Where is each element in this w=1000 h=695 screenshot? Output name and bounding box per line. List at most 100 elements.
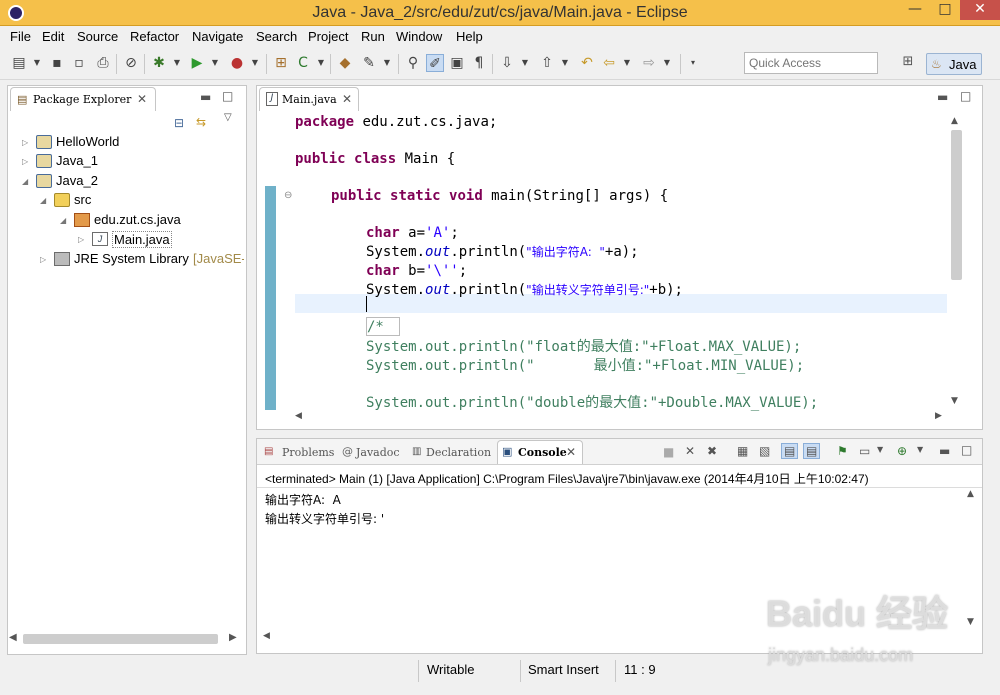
print-icon[interactable]: ⎙ — [94, 54, 112, 72]
open-perspective-icon[interactable]: ⊞ — [898, 54, 918, 72]
maximize-view-icon[interactable]: □ — [960, 89, 971, 103]
tree-item-src[interactable]: ◢ src — [40, 192, 240, 210]
pin-console-icon[interactable]: ⚑ — [837, 444, 848, 458]
close-icon[interactable]: ✕ — [137, 92, 147, 106]
next-annotation-dropdown-icon[interactable]: ▼ — [516, 54, 534, 72]
remove-launch-icon[interactable]: ✕ — [685, 444, 695, 458]
new-icon[interactable]: ▤ — [10, 54, 28, 72]
close-icon[interactable]: ✕ — [566, 445, 576, 459]
open-type-icon[interactable]: ◆ — [336, 54, 354, 72]
tree-item-package[interactable]: ◢ edu.zut.cs.java — [60, 212, 242, 230]
show-on-stdout-icon[interactable]: ▤ — [781, 443, 799, 459]
collapse-arrow-icon[interactable]: ◢ — [40, 196, 46, 205]
open-console-icon[interactable]: ⊕ — [897, 444, 907, 458]
menu-help[interactable]: Help — [456, 29, 483, 44]
run-dropdown-icon[interactable]: ▼ — [206, 54, 224, 72]
scroll-up-icon[interactable]: ▲ — [951, 116, 958, 126]
tree-item-jre-library[interactable]: ▷ JRE System Library [JavaSE-1 — [40, 251, 244, 269]
show-on-stderr-icon[interactable]: ▤ — [803, 443, 821, 459]
toggle-mark-occurrences-icon[interactable]: ⚲ — [404, 54, 422, 72]
display-console-icon[interactable]: ▭ — [859, 444, 870, 458]
tree-item-main-java[interactable]: ▷ J Main.java — [78, 231, 238, 249]
toolbar-more-icon[interactable]: ▾ — [684, 54, 702, 72]
scroll-down-icon[interactable]: ▼ — [967, 617, 974, 627]
remove-all-terminated-icon[interactable]: ✖ — [707, 444, 717, 458]
collapse-all-icon[interactable]: ⊟ — [174, 116, 184, 130]
scrollbar-thumb[interactable] — [23, 634, 218, 644]
menu-edit[interactable]: Edit — [42, 29, 64, 44]
expand-arrow-icon[interactable]: ▷ — [78, 235, 84, 244]
editor-hscroll[interactable]: ◀ ▶ — [295, 410, 947, 425]
java-perspective-button[interactable]: ♨ Java — [926, 53, 982, 75]
scroll-left-icon[interactable]: ◀ — [295, 411, 302, 421]
tab-package-explorer[interactable]: ▤ Package Explorer ✕ — [10, 87, 156, 111]
code-editor[interactable]: package edu.zut.cs.java; public class Ma… — [265, 111, 955, 411]
previous-annotation-icon[interactable]: ⇧ — [538, 54, 556, 72]
save-all-icon[interactable]: ▫ — [70, 54, 88, 72]
forward-icon[interactable]: ⇨ — [640, 54, 658, 72]
view-menu-icon[interactable]: ▽ — [224, 112, 232, 123]
scroll-right-icon[interactable]: ▶ — [229, 632, 237, 643]
external-tools-dropdown-icon[interactable]: ▼ — [246, 54, 264, 72]
next-annotation-icon[interactable]: ⇩ — [498, 54, 516, 72]
scroll-down-icon[interactable]: ▼ — [951, 396, 958, 406]
scrollbar-thumb[interactable] — [951, 130, 962, 280]
new-java-project-icon[interactable]: ⊞ — [272, 54, 290, 72]
tab-console[interactable]: ▣ Console ✕ — [497, 440, 583, 464]
maximize-view-icon[interactable]: □ — [222, 89, 233, 103]
previous-annotation-dropdown-icon[interactable]: ▼ — [556, 54, 574, 72]
minimize-view-icon[interactable]: ▬ — [200, 90, 211, 104]
expand-arrow-icon[interactable]: ▷ — [40, 255, 46, 264]
scroll-left-icon[interactable]: ◀ — [9, 632, 17, 643]
menu-source[interactable]: Source — [77, 29, 118, 44]
menu-run[interactable]: Run — [361, 29, 385, 44]
menu-window[interactable]: Window — [396, 29, 442, 44]
new-class-icon[interactable]: C — [294, 54, 312, 72]
scroll-right-icon[interactable]: ▶ — [935, 411, 942, 421]
scroll-left-icon[interactable]: ◀ — [263, 631, 270, 641]
forward-dropdown-icon[interactable]: ▼ — [658, 54, 676, 72]
terminate-icon[interactable]: ■ — [663, 445, 674, 459]
run-icon[interactable]: ▶ — [188, 54, 206, 72]
expand-arrow-icon[interactable]: ▷ — [22, 138, 28, 147]
open-console-dropdown-icon[interactable]: ▼ — [917, 445, 923, 454]
tab-declaration[interactable]: ▥ Declaration — [407, 440, 495, 464]
external-tools-icon[interactable]: ● — [228, 54, 246, 72]
skip-breakpoints-icon[interactable]: ⊘ — [122, 54, 140, 72]
menu-navigate[interactable]: Navigate — [192, 29, 243, 44]
search-dropdown-icon[interactable]: ▼ — [378, 54, 396, 72]
new-dropdown-icon[interactable]: ▼ — [28, 54, 46, 72]
minimize-view-icon[interactable]: ▬ — [937, 90, 948, 104]
editor-vscroll[interactable]: ▲ ▼ — [949, 114, 964, 410]
tree-item-java-1[interactable]: ▷ Java_1 — [22, 153, 242, 171]
clear-console-icon[interactable]: ▦ — [737, 444, 748, 458]
close-button[interactable]: ✕ — [960, 0, 1000, 20]
back-dropdown-icon[interactable]: ▼ — [618, 54, 636, 72]
close-icon[interactable]: ✕ — [342, 92, 352, 106]
show-whitespace-icon[interactable]: ¶ — [470, 54, 488, 72]
minimize-view-icon[interactable]: ▬ — [939, 444, 950, 458]
tab-javadoc[interactable]: @ Javadoc — [337, 440, 407, 464]
display-console-dropdown-icon[interactable]: ▼ — [877, 445, 883, 454]
maximize-view-icon[interactable]: □ — [961, 443, 972, 457]
tab-main-java[interactable]: J Main.java ✕ — [259, 87, 359, 111]
debug-dropdown-icon[interactable]: ▼ — [168, 54, 186, 72]
new-class-dropdown-icon[interactable]: ▼ — [312, 54, 330, 72]
maximize-button[interactable]: □ — [930, 0, 960, 20]
console-vscroll[interactable]: ▲ ▼ — [965, 489, 980, 629]
quick-access-input[interactable] — [744, 52, 878, 74]
scroll-up-icon[interactable]: ▲ — [967, 489, 974, 499]
link-with-editor-icon[interactable]: ⇆ — [196, 115, 206, 129]
menu-project[interactable]: Project — [308, 29, 348, 44]
tab-problems[interactable]: ▤ Problems — [259, 440, 337, 464]
debug-icon[interactable]: ✱ — [150, 54, 168, 72]
search-icon[interactable]: ✎ — [360, 54, 378, 72]
block-selection-icon[interactable]: ▣ — [448, 54, 466, 72]
toggle-highlight-icon[interactable]: ✐ — [426, 54, 444, 72]
save-icon[interactable]: ▪ — [48, 54, 66, 72]
back-icon[interactable]: ⇦ — [600, 54, 618, 72]
last-edit-location-icon[interactable]: ↶ — [578, 54, 596, 72]
scroll-lock-icon[interactable]: ▧ — [759, 444, 770, 458]
package-explorer-hscroll[interactable]: ◀ ▶ — [7, 630, 237, 647]
menu-refactor[interactable]: Refactor — [130, 29, 179, 44]
